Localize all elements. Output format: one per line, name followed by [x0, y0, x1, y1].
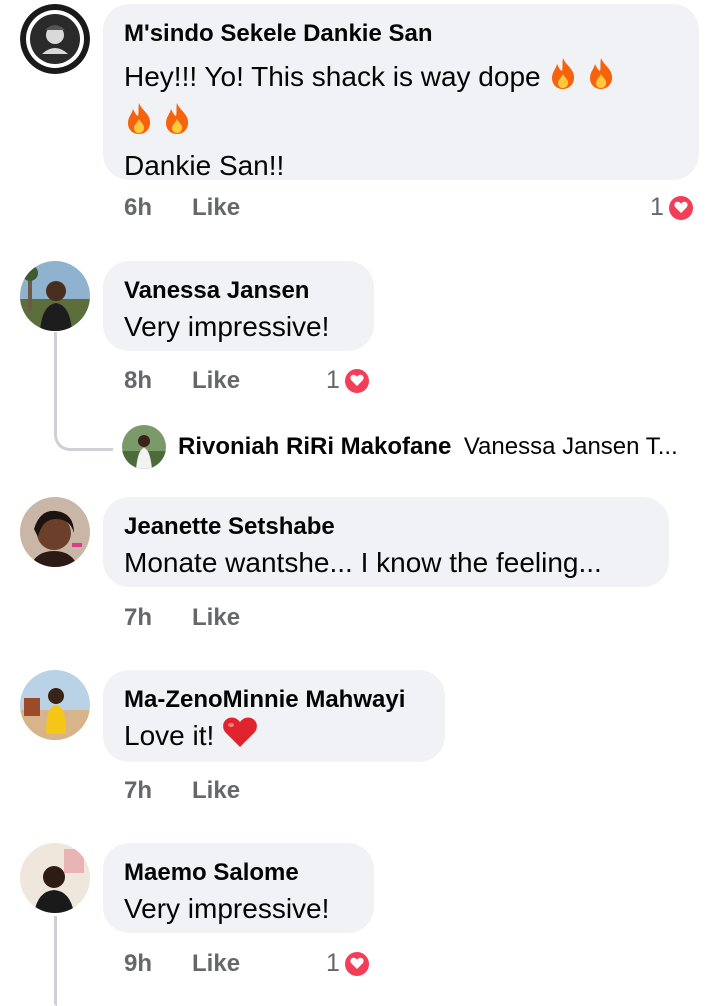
- comment-meta: 7h Like: [124, 776, 240, 806]
- reaction-count: 1: [326, 949, 340, 977]
- avatar[interactable]: [20, 497, 90, 567]
- red-heart-icon: [222, 716, 258, 759]
- fire-icon: [162, 101, 192, 146]
- like-button[interactable]: Like: [192, 194, 240, 222]
- reply-thread-line: [54, 332, 113, 451]
- comment-time[interactable]: 7h: [124, 777, 152, 805]
- reply-preview[interactable]: Rivoniah RiRi Makofane Vanessa Jansen T.…: [122, 425, 678, 469]
- comment-meta: 6h Like: [124, 193, 240, 223]
- fire-icon: [124, 101, 154, 146]
- comment-author[interactable]: M'sindo Sekele Dankie San: [124, 20, 677, 48]
- comment-meta: 9h Like: [124, 949, 240, 979]
- avatar[interactable]: [20, 4, 90, 74]
- comment-text-line2: [124, 101, 677, 146]
- comment-text: Monate wantshe... I know the feeling...: [124, 547, 602, 578]
- comment-author[interactable]: Vanessa Jansen: [124, 277, 352, 305]
- reaction-summary[interactable]: 1: [326, 366, 370, 395]
- like-button[interactable]: Like: [192, 777, 240, 805]
- reply-thread-line: [54, 916, 57, 1006]
- comment-meta: 8h Like: [124, 366, 240, 396]
- reaction-summary[interactable]: 1: [326, 949, 370, 978]
- comment-meta: 7h Like: [124, 603, 240, 633]
- like-button[interactable]: Like: [192, 950, 240, 978]
- comment-time[interactable]: 9h: [124, 950, 152, 978]
- avatar[interactable]: [20, 261, 90, 331]
- avatar[interactable]: [20, 670, 90, 740]
- comment-bubble: M'sindo Sekele Dankie San Hey!!! Yo! Thi…: [103, 4, 699, 181]
- comment-text: Hey!!! Yo! This shack is way dope: [124, 56, 677, 101]
- like-button[interactable]: Like: [192, 367, 240, 395]
- comment-text-line3: Dankie San!!: [124, 150, 285, 181]
- love-reaction-icon: [667, 194, 694, 221]
- comment-text: Very impressive!: [124, 311, 330, 342]
- comment-text: Love it!: [124, 716, 423, 759]
- comment-bubble: Vanessa Jansen Very impressive!: [103, 261, 374, 351]
- comment-time[interactable]: 7h: [124, 604, 152, 632]
- fire-icon: [586, 56, 616, 101]
- love-reaction-icon: [343, 950, 370, 977]
- comment-bubble: Jeanette Setshabe Monate wantshe... I kn…: [103, 497, 669, 587]
- comment-bubble: Maemo Salome Very impressive!: [103, 843, 374, 933]
- love-reaction-icon: [343, 367, 370, 394]
- fire-icon: [548, 56, 578, 101]
- like-button[interactable]: Like: [192, 604, 240, 632]
- comment-author[interactable]: Maemo Salome: [124, 859, 352, 887]
- comment-author[interactable]: Jeanette Setshabe: [124, 513, 647, 541]
- reaction-summary[interactable]: 1: [650, 193, 694, 222]
- comment-bubble: Ma-ZenoMinnie Mahwayi Love it!: [103, 670, 445, 762]
- comment-time[interactable]: 6h: [124, 194, 152, 222]
- comment-text: Very impressive!: [124, 893, 330, 924]
- reply-author[interactable]: Rivoniah RiRi Makofane: [178, 433, 451, 460]
- reaction-count: 1: [326, 366, 340, 394]
- avatar[interactable]: [20, 843, 90, 913]
- reaction-count: 1: [650, 193, 664, 221]
- reply-snippet: Vanessa Jansen T...: [463, 433, 678, 460]
- avatar[interactable]: [122, 425, 166, 469]
- comment-author[interactable]: Ma-ZenoMinnie Mahwayi: [124, 686, 423, 714]
- comment-time[interactable]: 8h: [124, 367, 152, 395]
